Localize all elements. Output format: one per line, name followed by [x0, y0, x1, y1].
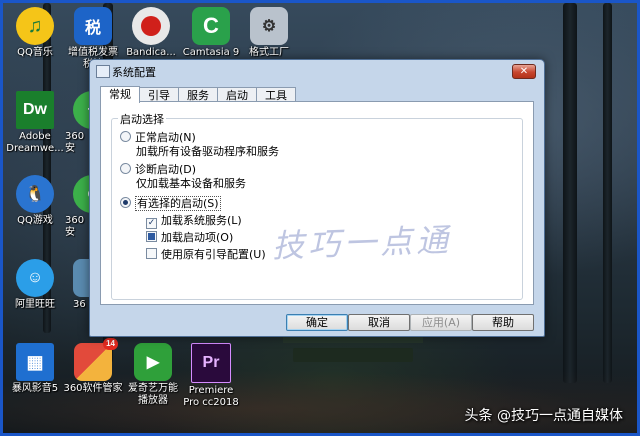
aliwangwang-icon: ☺	[16, 259, 54, 297]
desktop-icon-label: Premiere Pro cc2018	[183, 385, 239, 408]
desktop-icon-camtasia[interactable]: C Camtasia 9	[179, 7, 243, 59]
ok-button[interactable]: 确定	[286, 314, 348, 331]
app-icon	[96, 65, 110, 78]
load-startup-items-checkbox[interactable]: 加载启动项(O)	[146, 229, 233, 245]
bandicam-icon	[132, 7, 170, 45]
desktop-icon-label: Bandica...	[126, 47, 176, 58]
window-title: 系统配置	[112, 66, 156, 79]
desktop-icon-label: 360安	[65, 215, 85, 238]
load-system-services-checkbox[interactable]: ✓ 加载系统服务(L)	[146, 212, 242, 229]
general-tab-panel: 启动选择 正常启动(N) 加载所有设备驱动程序和服务 诊断启动(D) 仅加载基本…	[100, 101, 534, 305]
premiere-icon: Pr	[191, 343, 231, 383]
tree-trunk	[603, 3, 612, 383]
desktop-icon-label: 暴风影音5	[11, 383, 59, 394]
checkbox-label: 加载系统服务(L)	[161, 214, 242, 227]
iqiyi-player-icon: ▶	[134, 343, 172, 381]
radio-label: 有选择的启动(S)	[135, 196, 221, 211]
tax-app-icon: 税	[74, 7, 112, 45]
desktop-icon-label: 360软件管家	[63, 383, 123, 394]
desktop-icon-iqiyi[interactable]: ▶ 爱奇艺万能 播放器	[121, 343, 185, 407]
dreamweaver-icon: Dw	[16, 91, 54, 129]
desktop-icon-360-safe[interactable]: + 360安	[51, 91, 91, 155]
qq-music-icon: ♫	[16, 7, 54, 45]
tree-trunk	[563, 3, 577, 383]
desktop-icon-label: 360安	[65, 131, 85, 154]
checkmark-icon[interactable]: ✓	[146, 218, 157, 229]
startup-selection-group: 启动选择 正常启动(N) 加载所有设备驱动程序和服务 诊断启动(D) 仅加载基本…	[111, 111, 523, 300]
park-bench-seat	[293, 348, 413, 362]
radio-button[interactable]	[120, 163, 131, 174]
desktop-icon-label: 36	[73, 299, 86, 310]
normal-startup-desc: 加载所有设备驱动程序和服务	[136, 145, 279, 158]
diagnostic-startup-desc: 仅加载基本设备和服务	[136, 177, 246, 190]
checkbox-label: 使用原有引导配置(U)	[161, 248, 266, 261]
system-config-dialog: 系统配置 ✕ 常规 引导 服务 启动 工具 启动选择 正常启动(N) 加载所有设…	[89, 59, 545, 337]
camtasia-icon: C	[192, 7, 230, 45]
close-button[interactable]: ✕	[512, 64, 536, 79]
format-factory-icon: ⚙	[250, 7, 288, 45]
watermark: 技巧一点通	[271, 220, 453, 266]
use-original-boot-config-checkbox[interactable]: 使用原有引导配置(U)	[146, 246, 266, 262]
selective-startup-radio[interactable]: 有选择的启动(S)	[120, 195, 221, 211]
radio-button[interactable]	[120, 131, 131, 142]
desktop-icon-generic[interactable]: 36	[51, 259, 91, 311]
desktop: ♫ QQ音乐 税 增值税发票税控 Bandica... C Camtasia 9…	[0, 0, 640, 436]
help-button[interactable]: 帮助	[472, 314, 534, 331]
watermark-caption: 头条 @技巧一点通自媒体	[464, 408, 623, 424]
desktop-icon-bandicam[interactable]: Bandica...	[119, 7, 183, 59]
checkbox[interactable]	[146, 248, 157, 259]
radio-button[interactable]	[120, 197, 131, 208]
desktop-icon-360-software-manager[interactable]: 14 360软件管家	[61, 338, 125, 395]
cancel-button[interactable]: 取消	[348, 314, 410, 331]
baofeng-icon: ▦	[16, 343, 54, 381]
desktop-icon-baofeng[interactable]: ▦ 暴风影音5	[3, 343, 67, 395]
360-software-manager-icon: 14	[74, 338, 118, 381]
group-title: 启动选择	[118, 111, 166, 127]
desktop-icon-format-factory[interactable]: ⚙ 格式工厂	[237, 7, 301, 59]
qq-game-icon: 🐧	[16, 175, 54, 213]
desktop-icon-label: 爱奇艺万能 播放器	[128, 383, 178, 406]
title-bar[interactable]: 系统配置 ✕	[90, 60, 544, 82]
apply-button[interactable]: 应用(A)	[410, 314, 472, 331]
desktop-icon-label: QQ音乐	[17, 47, 53, 58]
desktop-icon-label: Camtasia 9	[182, 47, 240, 58]
desktop-icon-qq-music[interactable]: ♫ QQ音乐	[3, 7, 67, 59]
tab-strip: 常规 引导 服务 启动 工具	[100, 86, 296, 103]
desktop-icon-360-browser[interactable]: e 360安	[51, 175, 91, 239]
desktop-icon-label: 格式工厂	[249, 47, 289, 58]
checkbox-label: 加载启动项(O)	[161, 231, 234, 244]
notification-badge: 14	[103, 338, 118, 350]
desktop-icon-premiere[interactable]: Pr Premiere Pro cc2018	[179, 343, 243, 409]
partial-check-icon[interactable]	[146, 231, 157, 242]
tab-general[interactable]: 常规	[100, 86, 140, 103]
